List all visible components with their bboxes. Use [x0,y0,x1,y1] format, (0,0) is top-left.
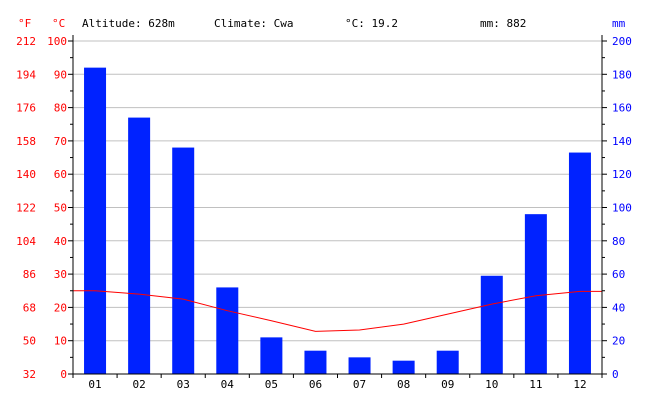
y-tick-label-celsius: 20 [54,301,67,314]
y-tick-label-precipitation: 140 [612,135,632,148]
y-tick-label-celsius: 40 [54,235,67,248]
y-tick-label-precipitation: 180 [612,68,632,81]
y-tick-label-fahrenheit: 212 [16,35,36,48]
precipitation-bar [84,67,107,374]
x-tick-label: 02 [133,378,146,391]
x-tick-label: 11 [529,378,542,391]
precipitation-total-label: mm: 882 [480,17,526,30]
y-tick-label-fahrenheit: 194 [16,68,36,81]
precipitation-bar [172,147,195,374]
precipitation-bar [128,117,151,374]
y-tick-label-fahrenheit: 140 [16,168,36,181]
y-tick-label-fahrenheit: 122 [16,202,36,215]
precipitation-bar [216,287,239,374]
precipitation-bar [436,350,459,374]
precipitation-bar [480,275,503,374]
x-tick-label: 04 [221,378,235,391]
x-tick-label: 09 [441,378,454,391]
mm-unit-label: mm [612,17,626,30]
fahrenheit-unit-label: °F [18,17,31,30]
y-tick-label-precipitation: 160 [612,102,632,115]
y-tick-label-precipitation: 20 [612,335,625,348]
precipitation-bar [392,360,415,374]
y-tick-label-celsius: 60 [54,168,67,181]
precipitation-bar [260,337,283,374]
x-tick-label: 01 [88,378,101,391]
temperature-line-group [73,290,602,332]
y-tick-label-celsius: 70 [54,135,67,148]
temperature-mean-label: °C: 19.2 [345,17,398,30]
y-tick-label-precipitation: 100 [612,202,632,215]
y-tick-label-celsius: 10 [54,335,67,348]
y-tick-label-fahrenheit: 86 [23,268,36,281]
y-tick-label-precipitation: 120 [612,168,632,181]
y-tick-label-precipitation: 0 [612,368,619,381]
y-tick-label-fahrenheit: 104 [16,235,36,248]
x-tick-label: 08 [397,378,410,391]
y-tick-label-celsius: 90 [54,68,67,81]
x-tick-label: 12 [573,378,586,391]
y-tick-label-celsius: 30 [54,268,67,281]
x-tick-label: 06 [309,378,322,391]
y-tick-label-fahrenheit: 158 [16,135,36,148]
precipitation-bar [568,152,591,374]
y-tick-label-precipitation: 40 [612,301,625,314]
y-tick-label-fahrenheit: 68 [23,301,36,314]
precipitation-bar [304,350,327,374]
y-tick-label-celsius: 50 [54,202,67,215]
celsius-unit-label: °C [52,17,65,30]
y-tick-label-fahrenheit: 32 [23,368,36,381]
precipitation-bars [84,67,591,374]
y-tick-label-celsius: 0 [60,368,67,381]
x-tick-label: 10 [485,378,498,391]
y-tick-label-precipitation: 200 [612,35,632,48]
y-tick-label-fahrenheit: 176 [16,102,36,115]
y-tick-label-precipitation: 80 [612,235,625,248]
x-tick-label: 07 [353,378,366,391]
climate-chart: °F °C Altitude: 628m Climate: Cwa °C: 19… [16,17,632,391]
y-tick-label-celsius: 100 [47,35,67,48]
altitude-label: Altitude: 628m [82,17,175,30]
precipitation-bar [348,357,371,374]
y-tick-label-fahrenheit: 50 [23,335,36,348]
y-tick-label-celsius: 80 [54,102,67,115]
x-tick-label: 03 [177,378,190,391]
precipitation-bar [524,214,547,374]
x-tick-label: 05 [265,378,278,391]
climate-label: Climate: Cwa [214,17,293,30]
y-tick-label-precipitation: 60 [612,268,625,281]
temperature-line [73,290,602,332]
